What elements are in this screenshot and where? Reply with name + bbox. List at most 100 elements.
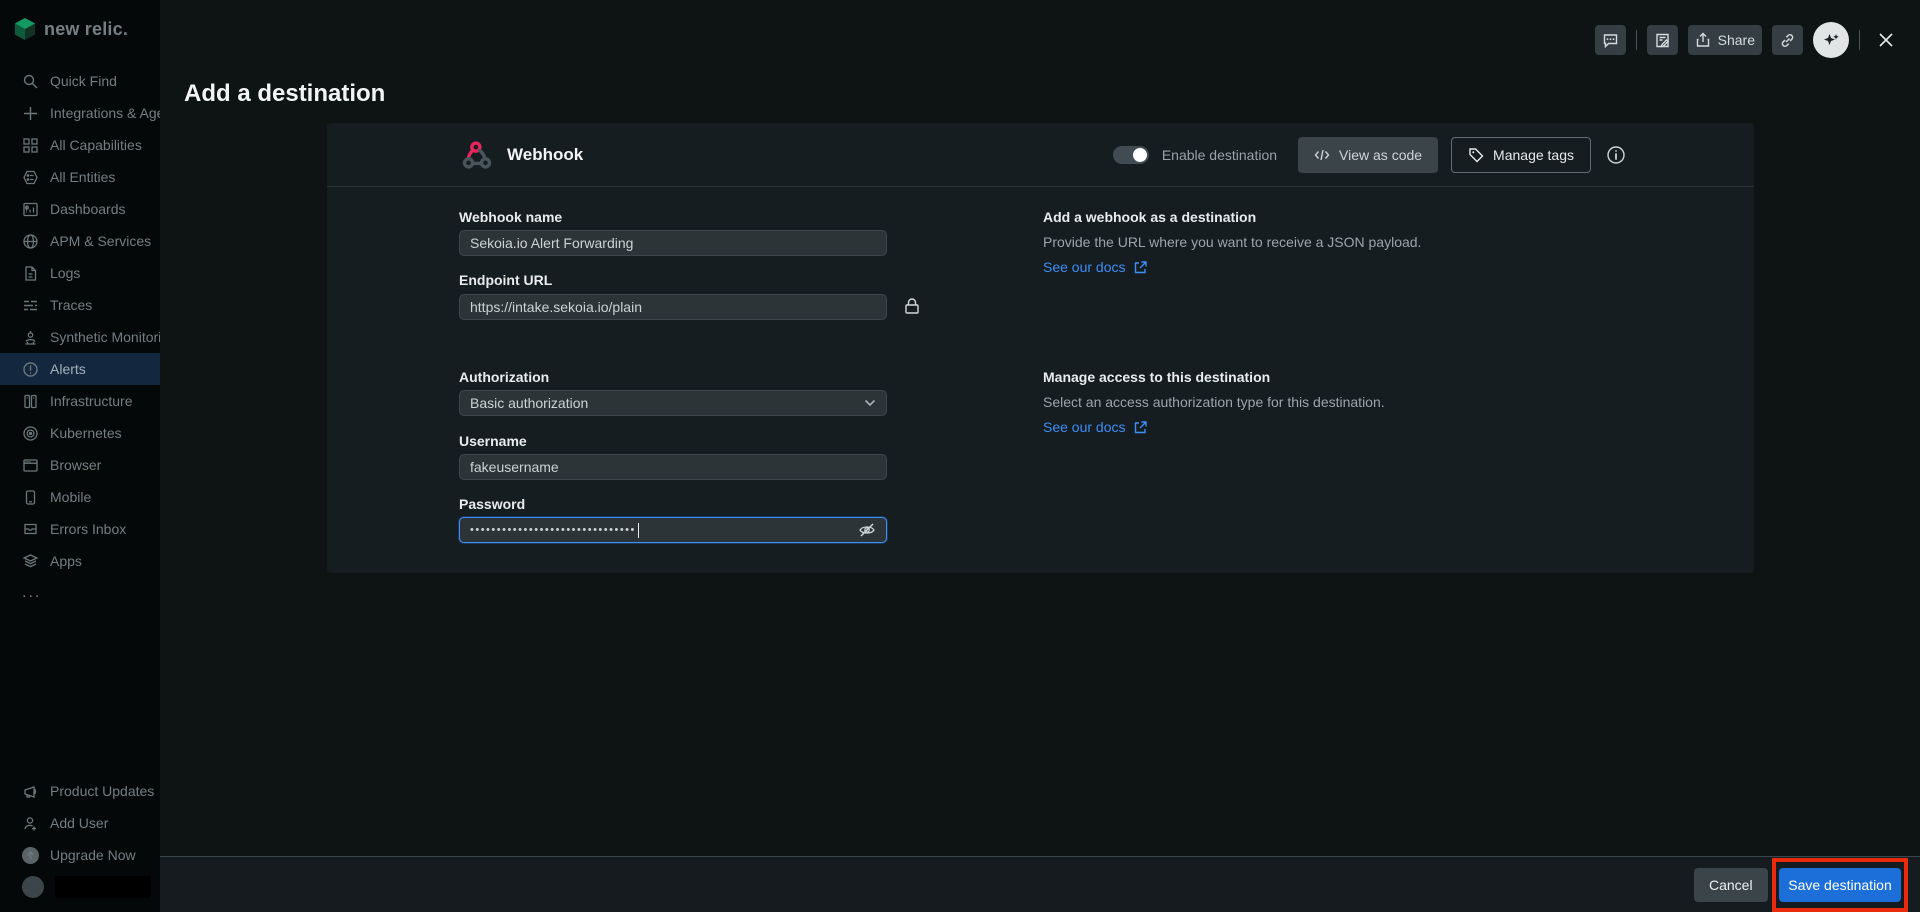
sidebar-item-label: All Capabilities bbox=[50, 137, 142, 153]
lock-icon bbox=[902, 296, 922, 316]
cancel-button[interactable]: Cancel bbox=[1694, 868, 1768, 902]
account-name-redacted bbox=[55, 876, 151, 898]
manage-tags-label: Manage tags bbox=[1493, 147, 1574, 163]
sidebar-item-synthetic-monitoring[interactable]: Synthetic Monitoring bbox=[0, 321, 160, 353]
sidebar-item-browser[interactable]: Browser bbox=[0, 449, 160, 481]
sidebar-item-mobile[interactable]: Mobile bbox=[0, 481, 160, 513]
apps-icon bbox=[22, 553, 39, 570]
sidebar-item-label: Errors Inbox bbox=[50, 521, 126, 537]
card-header: Webhook Enable destination View as code … bbox=[327, 123, 1754, 187]
enable-destination-label: Enable destination bbox=[1162, 147, 1277, 163]
page-title: Add a destination bbox=[184, 80, 385, 108]
sidebar-item-product-updates[interactable]: Product Updates bbox=[0, 775, 160, 807]
sidebar-item-all-capabilities[interactable]: All Capabilities bbox=[0, 129, 160, 161]
sidebar-item-label: Kubernetes bbox=[50, 425, 122, 441]
sidebar-item-label: Traces bbox=[50, 297, 92, 313]
upgrade-icon bbox=[22, 847, 39, 864]
sidebar-item-logs[interactable]: Logs bbox=[0, 257, 160, 289]
bottom-action-bar: Cancel Save destination bbox=[160, 856, 1920, 912]
destination-card: Webhook Enable destination View as code … bbox=[327, 123, 1754, 573]
monitor-icon bbox=[22, 329, 39, 346]
sidebar-item-more[interactable]: ... bbox=[0, 577, 160, 609]
alert-icon bbox=[22, 361, 39, 378]
see-our-docs-label: See our docs bbox=[1043, 419, 1126, 435]
see-our-docs-link[interactable]: See our docs bbox=[1043, 259, 1148, 275]
browser-icon bbox=[22, 457, 39, 474]
share-button[interactable]: Share bbox=[1688, 25, 1762, 55]
grid-icon bbox=[22, 137, 39, 154]
help-webhook-title: Add a webhook as a destination bbox=[1043, 209, 1256, 225]
sidebar-item-add-user[interactable]: Add User bbox=[0, 807, 160, 839]
sidebar-item-errors-inbox[interactable]: Errors Inbox bbox=[0, 513, 160, 545]
sidebar-item-label: Add User bbox=[50, 815, 108, 831]
sidebar-item-kubernetes[interactable]: Kubernetes bbox=[0, 417, 160, 449]
sidebar-item-label: Quick Find bbox=[50, 73, 117, 89]
toolbar-divider bbox=[1636, 30, 1637, 50]
sidebar-item-infrastructure[interactable]: Infrastructure bbox=[0, 385, 160, 417]
view-as-code-button[interactable]: View as code bbox=[1298, 137, 1438, 173]
feedback-button[interactable] bbox=[1595, 25, 1626, 55]
password-input[interactable]: ••••••••••••••••••••••••••••••• bbox=[459, 517, 887, 543]
sidebar-footer: Product Updates Add User Upgrade Now bbox=[0, 775, 160, 903]
entities-icon bbox=[22, 169, 39, 186]
sidebar-item-integrations-agents[interactable]: Integrations & Agents bbox=[0, 97, 160, 129]
sidebar-item-label: Logs bbox=[50, 265, 80, 281]
megaphone-icon bbox=[22, 783, 39, 800]
hide-password-icon[interactable] bbox=[858, 521, 876, 539]
sidebar-item-quick-find[interactable]: Quick Find bbox=[0, 65, 160, 97]
comment-icon bbox=[1602, 32, 1619, 49]
password-masked-value: ••••••••••••••••••••••••••••••• bbox=[470, 524, 636, 536]
endpoint-url-input[interactable] bbox=[459, 294, 887, 320]
password-label: Password bbox=[459, 496, 525, 512]
sidebar-nav: Quick Find Integrations & Agents All Cap… bbox=[0, 65, 160, 609]
sidebar-item-label: Apps bbox=[50, 553, 82, 569]
notes-button[interactable] bbox=[1647, 25, 1678, 55]
webhook-name-input[interactable] bbox=[459, 230, 887, 256]
new-relic-logo[interactable]: new relic. bbox=[0, 0, 160, 44]
sidebar-item-account[interactable] bbox=[0, 871, 160, 903]
sidebar-item-traces[interactable]: Traces bbox=[0, 289, 160, 321]
share-icon bbox=[1695, 32, 1711, 48]
traces-icon bbox=[22, 297, 39, 314]
see-our-docs-link[interactable]: See our docs bbox=[1043, 419, 1148, 435]
sidebar-item-upgrade-now[interactable]: Upgrade Now bbox=[0, 839, 160, 871]
code-icon bbox=[1314, 148, 1330, 162]
inbox-icon bbox=[22, 521, 39, 538]
document-icon bbox=[22, 265, 39, 282]
username-input[interactable] bbox=[459, 454, 887, 480]
card-header-controls: Enable destination View as code Manage t… bbox=[1113, 137, 1628, 173]
sidebar-item-label: Alerts bbox=[50, 361, 86, 377]
kubernetes-icon bbox=[22, 425, 39, 442]
sidebar-item-label: Infrastructure bbox=[50, 393, 132, 409]
sparkles-icon bbox=[1822, 31, 1841, 50]
sidebar-item-label: Product Updates bbox=[50, 783, 154, 799]
top-toolbar: Share bbox=[1595, 22, 1902, 58]
sidebar-item-label: Synthetic Monitoring bbox=[50, 329, 160, 345]
infrastructure-icon bbox=[22, 393, 39, 410]
card-title: Webhook bbox=[507, 145, 583, 165]
webhook-name-label: Webhook name bbox=[459, 209, 562, 225]
copy-link-button[interactable] bbox=[1772, 25, 1803, 55]
external-link-icon bbox=[1133, 260, 1148, 275]
sidebar-item-apm-services[interactable]: APM & Services bbox=[0, 225, 160, 257]
authorization-select[interactable]: Basic authorization bbox=[459, 390, 887, 416]
sidebar-item-apps[interactable]: Apps bbox=[0, 545, 160, 577]
avatar bbox=[22, 876, 44, 898]
webhook-icon bbox=[459, 137, 495, 173]
sidebar-item-all-entities[interactable]: All Entities bbox=[0, 161, 160, 193]
info-button[interactable] bbox=[1604, 143, 1628, 167]
username-label: Username bbox=[459, 433, 527, 449]
chevron-down-icon bbox=[864, 399, 876, 407]
save-destination-highlight-box: Save destination bbox=[1772, 858, 1908, 912]
logo-text: new relic. bbox=[44, 19, 128, 40]
save-destination-button[interactable]: Save destination bbox=[1779, 868, 1901, 902]
link-icon bbox=[1779, 32, 1796, 49]
plus-icon bbox=[22, 105, 39, 122]
close-button[interactable] bbox=[1870, 25, 1902, 55]
see-our-docs-label: See our docs bbox=[1043, 259, 1126, 275]
enable-destination-toggle[interactable] bbox=[1113, 146, 1149, 164]
sidebar-item-dashboards[interactable]: Dashboards bbox=[0, 193, 160, 225]
ai-assistant-button[interactable] bbox=[1813, 22, 1849, 58]
sidebar-item-alerts[interactable]: Alerts bbox=[0, 353, 160, 385]
manage-tags-button[interactable]: Manage tags bbox=[1451, 137, 1591, 173]
